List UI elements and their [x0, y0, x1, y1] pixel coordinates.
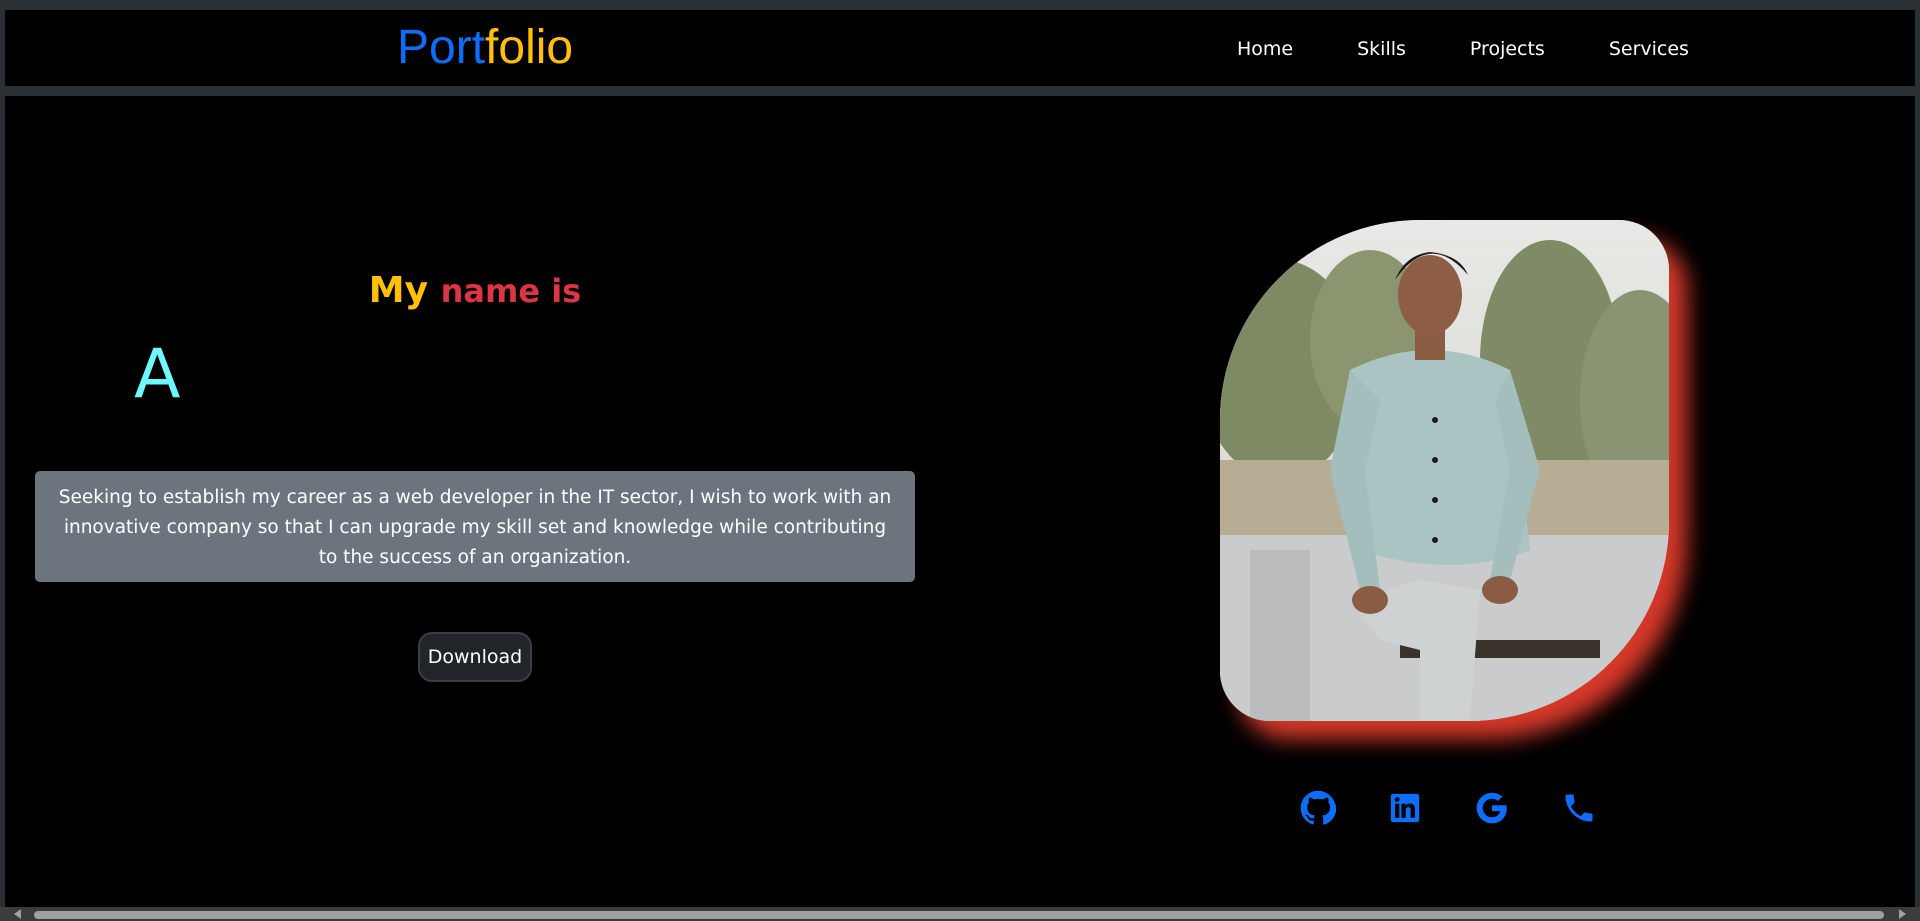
intro-heading: My name is — [0, 270, 950, 311]
typed-name: A — [134, 335, 181, 414]
horizontal-scrollbar[interactable] — [0, 907, 1920, 921]
navbar: Portfolio Home Skills Projects Services — [5, 10, 1915, 96]
brand-logo[interactable]: Portfolio — [397, 20, 573, 76]
google-icon[interactable] — [1470, 786, 1514, 830]
brand-text-folio: folio — [485, 21, 574, 74]
career-summary: Seeking to establish my career as a web … — [35, 471, 915, 582]
nav-link-skills[interactable]: Skills — [1357, 38, 1406, 60]
phone-icon[interactable] — [1557, 786, 1601, 830]
scroll-left-arrow-icon[interactable] — [14, 909, 21, 919]
nav-link-projects[interactable]: Projects — [1470, 38, 1545, 60]
github-icon[interactable] — [1296, 786, 1340, 830]
scroll-right-arrow-icon[interactable] — [1899, 909, 1906, 919]
brand-text-port: Port — [397, 21, 486, 74]
social-links — [1296, 786, 1644, 830]
download-button[interactable]: Download — [418, 632, 532, 682]
nav-link-services[interactable]: Services — [1609, 38, 1689, 60]
linkedin-icon[interactable] — [1383, 786, 1427, 830]
scrollbar-thumb[interactable] — [34, 911, 1884, 919]
intro-word-name-is: name is — [440, 272, 582, 310]
intro-word-my: My — [368, 270, 429, 311]
profile-photo — [1220, 220, 1669, 721]
nav-links: Home Skills Projects Services — [1237, 38, 1753, 60]
nav-link-home[interactable]: Home — [1237, 38, 1293, 60]
